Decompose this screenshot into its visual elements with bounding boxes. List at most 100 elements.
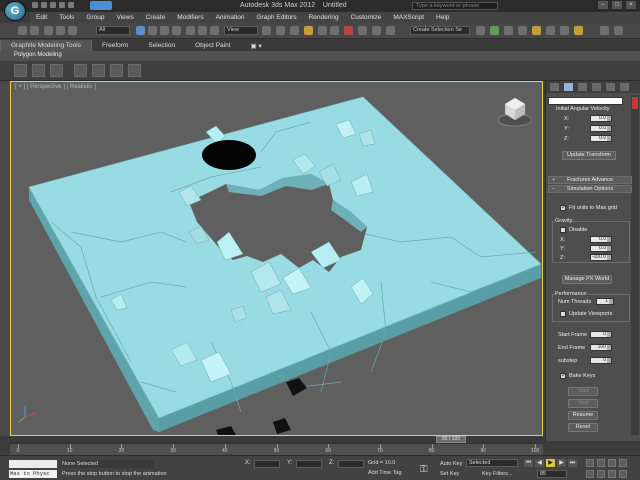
menu-maxscript[interactable]: MAXScript (387, 14, 430, 21)
play-icon[interactable]: ▶ (546, 459, 555, 467)
maxscript-listener-bottom[interactable]: Max to Physc (9, 470, 57, 478)
scrollbar-thumb[interactable] (632, 97, 638, 109)
menu-help[interactable]: Help (430, 14, 455, 21)
next-frame-icon[interactable]: ▶ (557, 459, 566, 467)
menu-tools[interactable]: Tools (53, 14, 80, 21)
ribbon-options-icon[interactable]: ▣ ▾ (241, 42, 272, 50)
percent-snap-icon[interactable] (330, 26, 339, 35)
zoom-extents-all-icon[interactable] (619, 459, 627, 467)
tab-freeform[interactable]: Freeform (92, 42, 138, 49)
select-and-rotate-icon[interactable] (198, 26, 207, 35)
menu-rendering[interactable]: Rendering (303, 14, 345, 21)
graphite-toggle-icon[interactable] (490, 26, 499, 35)
update-transform-button[interactable]: Update Transform (562, 151, 616, 160)
save-file-icon[interactable] (50, 2, 56, 8)
current-frame-field[interactable]: 85 (537, 470, 567, 478)
substep-spinner[interactable]: 0 (590, 357, 612, 364)
grav-y-spinner[interactable]: 0.0 (590, 245, 612, 252)
polygon-mode-icon[interactable] (92, 64, 105, 77)
menu-animation[interactable]: Animation (210, 14, 251, 21)
ribbon-panel-label[interactable]: Polygon Modeling (14, 52, 62, 58)
activeshade-icon[interactable] (614, 26, 623, 35)
fit-units-checkbox[interactable] (560, 204, 566, 211)
vertex-mode-icon[interactable] (32, 64, 45, 77)
field-of-view-icon[interactable] (586, 470, 594, 478)
add-time-tag-button[interactable]: Add Time Tag (368, 470, 402, 476)
align-icon[interactable] (386, 26, 395, 35)
quick-access-toolbar[interactable] (32, 2, 90, 10)
key-icon[interactable]: ⚿ (420, 464, 428, 475)
tab-object-paint[interactable]: Object Paint (185, 42, 240, 49)
undo-tool-icon[interactable] (18, 26, 27, 35)
tab-graphite-modeling-tools[interactable]: Graphite Modeling Tools (0, 40, 92, 51)
vel-z-spinner[interactable]: 0.0 (590, 135, 612, 142)
time-slider[interactable]: 85 / 100 (10, 436, 543, 443)
new-file-icon[interactable] (32, 2, 38, 8)
go-to-start-icon[interactable]: ⏮ (524, 459, 533, 467)
vel-x-spinner[interactable]: 0.0 (590, 115, 612, 122)
window-crossing-icon[interactable] (172, 26, 181, 35)
material-editor-icon[interactable] (532, 26, 541, 35)
bind-space-warp-icon[interactable] (68, 26, 77, 35)
gravity-disable-checkbox[interactable] (560, 227, 566, 233)
maximize-icon[interactable]: □ (612, 1, 622, 9)
select-and-move-icon[interactable] (186, 26, 195, 35)
maxscript-listener-top[interactable] (9, 460, 57, 468)
menu-graph-editors[interactable]: Graph Editors (251, 14, 303, 21)
select-by-name-icon[interactable] (148, 26, 157, 35)
y-coord-field[interactable] (296, 460, 322, 468)
viewport-label[interactable]: [ + ] [ Perspective ] [ Realistic ] (15, 84, 96, 90)
motion-tab-icon[interactable] (592, 83, 601, 91)
zoom-all-icon[interactable] (597, 459, 605, 467)
go-to-end-icon[interactable]: ⏭ (568, 459, 577, 467)
end-frame-spinner[interactable]: 100 (590, 344, 612, 351)
selection-filter-dropdown[interactable]: All (96, 26, 130, 35)
snaps-toggle-icon[interactable] (304, 26, 313, 35)
pivot-center-icon[interactable] (262, 26, 271, 35)
border-mode-icon[interactable] (74, 64, 87, 77)
select-manipulate-icon[interactable] (276, 26, 285, 35)
maximize-viewport-icon[interactable] (619, 470, 627, 478)
resume-button[interactable]: Resume (568, 411, 598, 420)
grav-z-spinner[interactable]: -100.0 (590, 254, 612, 261)
render-production-icon[interactable] (574, 26, 583, 35)
stack-icon[interactable] (128, 64, 141, 77)
create-tab-icon[interactable] (550, 83, 559, 91)
orbit-icon[interactable] (608, 470, 616, 478)
start-button[interactable]: Start (568, 387, 598, 396)
key-filters-button[interactable]: Key Filters... (482, 470, 513, 478)
named-selection-dropdown[interactable]: Create Selection Se (410, 26, 470, 35)
vel-y-spinner[interactable]: 0.0 (590, 125, 612, 132)
unlink-icon[interactable] (56, 26, 65, 35)
track-bar[interactable]: 0 10 20 30 40 50 60 70 80 90 100 (10, 443, 543, 455)
spinner-snap-icon[interactable] (344, 26, 353, 35)
hierarchy-tab-icon[interactable] (578, 83, 587, 91)
set-key-button[interactable]: Set Key (440, 470, 459, 478)
mirror-icon[interactable] (372, 26, 381, 35)
command-panel-scrollbar[interactable] (631, 95, 639, 435)
previous-frame-icon[interactable]: ◀ (535, 459, 544, 467)
workspace-tab[interactable] (90, 1, 112, 10)
utilities-tab-icon[interactable] (620, 83, 629, 91)
menu-views[interactable]: Views (110, 14, 139, 21)
zoom-icon[interactable] (586, 459, 594, 467)
tab-selection[interactable]: Selection (138, 42, 185, 49)
start-frame-spinner[interactable]: 0 (590, 331, 612, 338)
update-viewports-checkbox[interactable] (560, 311, 566, 317)
stop-button[interactable]: Stop (568, 399, 598, 408)
angle-snap-icon[interactable] (318, 26, 327, 35)
grav-x-spinner[interactable]: 0.0 (590, 236, 612, 243)
rendered-frame-window-icon[interactable] (560, 26, 569, 35)
edge-mode-icon[interactable] (50, 64, 63, 77)
minimize-icon[interactable]: – (598, 1, 608, 9)
auto-key-button[interactable]: Auto Key (440, 460, 462, 468)
reference-coordinate-dropdown[interactable]: View (224, 26, 258, 35)
menu-group[interactable]: Group (80, 14, 110, 21)
redo-tool-icon[interactable] (30, 26, 39, 35)
manage-world-button[interactable]: Manage PX World (562, 275, 612, 284)
element-mode-icon[interactable] (110, 64, 123, 77)
render-setup-icon[interactable] (546, 26, 555, 35)
modify-mode-icon[interactable] (14, 64, 27, 77)
link-icon[interactable] (44, 26, 53, 35)
modify-tab-icon[interactable] (564, 83, 573, 91)
